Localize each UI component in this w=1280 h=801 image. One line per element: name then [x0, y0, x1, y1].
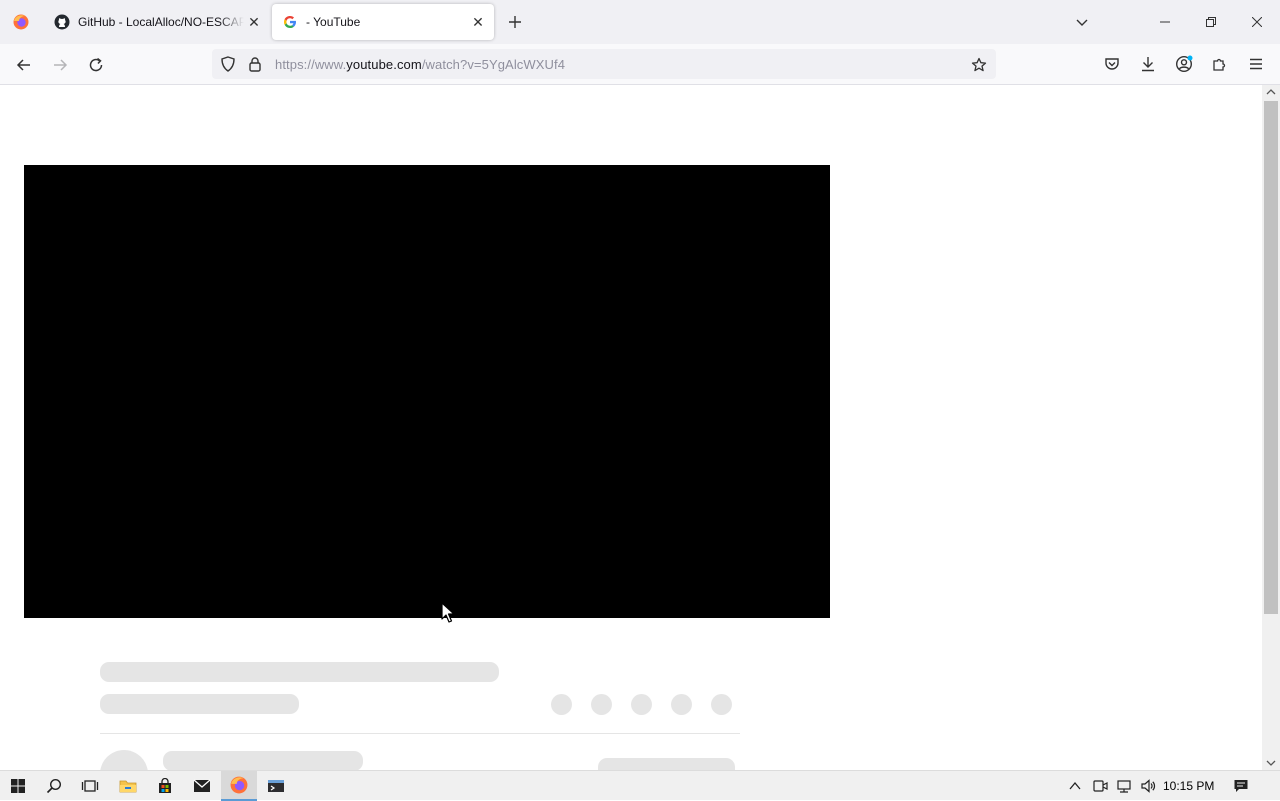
channel-name-skeleton [163, 751, 363, 770]
tracking-protection-icon[interactable] [220, 56, 236, 77]
forward-arrow-icon [54, 59, 68, 71]
list-all-tabs-button[interactable] [1070, 10, 1094, 34]
avatar-skeleton [100, 750, 148, 770]
store-bag-icon [159, 778, 171, 793]
subtitle-skeleton [100, 694, 299, 714]
taskbar-clock[interactable]: 10:15 PM [1163, 779, 1214, 793]
action-center-button[interactable] [1232, 777, 1250, 795]
title-skeleton [100, 662, 499, 682]
mail-icon [193, 779, 211, 792]
chevron-up-icon [1069, 781, 1081, 790]
tab-strip: GitHub - LocalAlloc/NO-ESCAPE ✕ - YouTub… [0, 0, 1280, 44]
show-hidden-icons-button[interactable] [1066, 777, 1084, 795]
reload-icon [89, 57, 103, 72]
chevron-down-icon [1076, 19, 1088, 26]
extensions-button[interactable] [1208, 52, 1232, 76]
network-tray-button[interactable] [1115, 777, 1133, 795]
windows-taskbar: 10:15 PM [0, 770, 1280, 801]
firefox-icon [230, 776, 248, 794]
search-icon [46, 778, 62, 794]
plus-icon [509, 16, 521, 28]
terminal-icon [268, 780, 284, 792]
google-g-icon [282, 14, 298, 30]
close-tab-icon[interactable]: ✕ [244, 12, 264, 32]
firefox-icon [13, 14, 29, 30]
back-arrow-icon [16, 59, 30, 71]
divider [100, 733, 740, 734]
notification-icon [1234, 780, 1248, 792]
star-icon [971, 57, 987, 72]
scroll-up-icon[interactable] [1265, 87, 1277, 97]
minimize-icon [1160, 21, 1170, 23]
search-button[interactable] [36, 771, 72, 801]
navigation-toolbar: https://www.youtube.com/watch?v=5YgAlcWX… [0, 44, 1280, 85]
file-explorer-button[interactable] [110, 771, 146, 801]
url-path: /watch?v=5YgAlcWXUf4 [421, 57, 566, 72]
action-skeleton [711, 694, 732, 715]
close-window-button[interactable] [1234, 0, 1280, 44]
scrollbar-thumb[interactable] [1264, 101, 1278, 614]
speaker-icon [1141, 779, 1156, 793]
address-bar[interactable]: https://www.youtube.com/watch?v=5YgAlcWX… [212, 49, 996, 79]
close-tab-icon[interactable]: ✕ [468, 12, 488, 32]
terminal-button[interactable] [258, 771, 294, 801]
back-button[interactable] [9, 50, 39, 80]
video-player[interactable] [24, 165, 830, 618]
tab-github[interactable]: GitHub - LocalAlloc/NO-ESCAPE ✕ [44, 4, 270, 40]
close-icon [1252, 17, 1262, 27]
restore-button[interactable] [1188, 0, 1234, 44]
tab-youtube[interactable]: - YouTube ✕ [272, 4, 494, 40]
subscribe-skeleton [598, 758, 735, 770]
lock-icon[interactable] [248, 56, 262, 77]
mail-button[interactable] [184, 771, 220, 801]
mouse-cursor-icon [441, 602, 455, 623]
pocket-button[interactable] [1100, 52, 1124, 76]
downloads-button[interactable] [1136, 52, 1160, 76]
restore-icon [1206, 17, 1216, 27]
action-skeleton [671, 694, 692, 715]
folder-icon [119, 780, 137, 793]
action-skeleton [591, 694, 612, 715]
task-view-button[interactable] [72, 771, 108, 801]
camera-icon [1093, 780, 1108, 792]
extensions-icon [1213, 58, 1226, 71]
action-skeleton [631, 694, 652, 715]
microsoft-store-button[interactable] [147, 771, 183, 801]
url-text[interactable]: https://www.youtube.com/watch?v=5YgAlcWX… [275, 57, 565, 72]
meet-now-tray-button[interactable] [1091, 777, 1109, 795]
firefox-view-button[interactable] [0, 0, 42, 44]
hamburger-menu-icon [1250, 58, 1262, 70]
forward-button[interactable] [45, 50, 75, 80]
url-prefix: https://www. [275, 57, 347, 72]
bookmark-star-button[interactable] [968, 54, 990, 76]
app-menu-button[interactable] [1244, 52, 1268, 76]
new-tab-button[interactable] [503, 10, 527, 34]
github-icon [54, 14, 70, 30]
tab-title: - YouTube [306, 15, 361, 29]
minimize-button[interactable] [1142, 0, 1188, 44]
page-content [0, 85, 1262, 770]
pocket-icon [1105, 58, 1119, 70]
network-icon [1117, 780, 1131, 793]
start-button[interactable] [0, 771, 36, 801]
windows-logo-icon [11, 779, 25, 793]
download-icon [1142, 57, 1154, 72]
account-button[interactable] [1172, 52, 1196, 76]
volume-tray-button[interactable] [1139, 777, 1157, 795]
reload-button[interactable] [81, 50, 111, 80]
action-skeleton [551, 694, 572, 715]
tab-title: GitHub - LocalAlloc/NO-ESCAPE [78, 15, 244, 29]
scroll-down-icon[interactable] [1265, 758, 1277, 768]
task-view-icon [81, 780, 99, 792]
firefox-taskbar-button[interactable] [221, 771, 257, 801]
vertical-scrollbar[interactable] [1262, 85, 1280, 770]
account-icon [1175, 55, 1193, 73]
url-host: youtube.com [346, 57, 422, 72]
